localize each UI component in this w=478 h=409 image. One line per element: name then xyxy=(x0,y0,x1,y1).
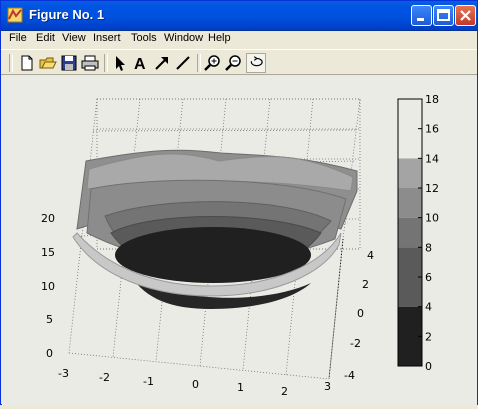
colorbar-band xyxy=(398,217,422,248)
toolbar-separator xyxy=(197,54,201,72)
colorbar: 0 2 4 6 8 10 12 14 16 18 xyxy=(397,93,439,373)
colorbar-tick-label: 0 xyxy=(425,360,432,373)
toolbar-grip xyxy=(9,54,13,72)
colorbar-tick-label: 6 xyxy=(425,271,432,284)
maximize-icon xyxy=(437,9,450,21)
x-tick-label: 2 xyxy=(281,385,288,398)
colorbar-tick-label: 18 xyxy=(425,93,439,106)
colorbar-tick-label: 8 xyxy=(425,241,432,254)
menu-edit[interactable]: Edit xyxy=(36,32,55,44)
save-icon[interactable] xyxy=(59,53,79,73)
surface-bottom-band xyxy=(115,227,311,283)
y-tick-label: 0 xyxy=(357,307,364,320)
menu-bar: File Edit View Insert Tools Window Help xyxy=(1,30,477,49)
menu-file[interactable]: File xyxy=(9,32,27,44)
menu-window[interactable]: Window xyxy=(164,32,203,44)
y-tick-label: 4 xyxy=(367,249,374,262)
x-tick-label: 3 xyxy=(324,380,331,393)
svg-text:A: A xyxy=(134,56,146,73)
close-button[interactable] xyxy=(455,5,476,26)
menu-view[interactable]: View xyxy=(62,32,86,44)
zoom-in-icon[interactable] xyxy=(203,53,223,73)
x-axis: -3 -2 -1 0 1 2 3 xyxy=(58,367,331,398)
window-title: Figure No. 1 xyxy=(29,7,105,22)
y-axis: -4 -2 0 2 4 xyxy=(328,238,374,382)
colorbar-tick-label: 10 xyxy=(425,212,439,225)
z-axis: 0 5 10 15 20 xyxy=(41,212,55,360)
print-icon[interactable] xyxy=(80,53,100,73)
toolbar-separator xyxy=(104,54,108,72)
colorbar-tick-label: 14 xyxy=(425,152,439,165)
menu-tools[interactable]: Tools xyxy=(131,32,157,44)
figure-canvas[interactable]: 0 5 10 15 20 -3 -2 -1 0 1 2 3 -4 -2 0 2 … xyxy=(2,76,477,405)
figure-toolbar: A xyxy=(1,49,477,75)
open-file-icon[interactable] xyxy=(38,53,58,73)
insert-line-icon[interactable] xyxy=(173,53,193,73)
x-tick-label: 0 xyxy=(192,378,199,391)
matlab-logo-icon xyxy=(7,7,23,23)
colorbar-tick-label: 12 xyxy=(425,182,439,195)
z-tick-label: 5 xyxy=(46,313,53,326)
zoom-out-icon[interactable] xyxy=(224,53,244,73)
title-bar[interactable]: Figure No. 1 xyxy=(1,1,477,31)
x-tick-label: -1 xyxy=(143,375,154,388)
y-tick-label: -2 xyxy=(350,337,361,350)
colorbar-tick-label: 2 xyxy=(425,330,432,343)
rotate-3d-icon[interactable] xyxy=(246,53,266,73)
colorbar-band xyxy=(398,158,422,188)
x-tick-label: 1 xyxy=(237,381,244,394)
edit-plot-arrow-icon[interactable] xyxy=(110,53,130,73)
maximize-button[interactable] xyxy=(433,5,454,26)
y-tick-label: -4 xyxy=(344,369,355,382)
z-tick-label: 0 xyxy=(46,347,53,360)
x-tick-label: -2 xyxy=(99,371,110,384)
z-tick-label: 20 xyxy=(41,212,55,225)
minimize-button[interactable] xyxy=(411,5,432,26)
insert-text-icon[interactable]: A xyxy=(131,53,151,73)
colorbar-band xyxy=(398,188,422,218)
menu-help[interactable]: Help xyxy=(208,32,231,44)
insert-arrow-icon[interactable] xyxy=(152,53,172,73)
close-icon xyxy=(460,10,471,21)
surface-plot xyxy=(72,149,358,309)
z-tick-label: 10 xyxy=(41,280,55,293)
z-tick-label: 15 xyxy=(41,246,55,259)
colorbar-tick-label: 4 xyxy=(425,301,432,314)
colorbar-tick-label: 16 xyxy=(425,123,439,136)
figure-window: Figure No. 1 File Edit View Insert Tools… xyxy=(0,0,478,405)
new-figure-icon[interactable] xyxy=(17,53,37,73)
y-tick-label: 2 xyxy=(362,278,369,291)
plot-svg: 0 5 10 15 20 -3 -2 -1 0 1 2 3 -4 -2 0 2 … xyxy=(41,93,439,398)
x-tick-label: -3 xyxy=(58,367,69,380)
menu-insert[interactable]: Insert xyxy=(93,32,121,44)
minimize-icon xyxy=(417,18,424,21)
